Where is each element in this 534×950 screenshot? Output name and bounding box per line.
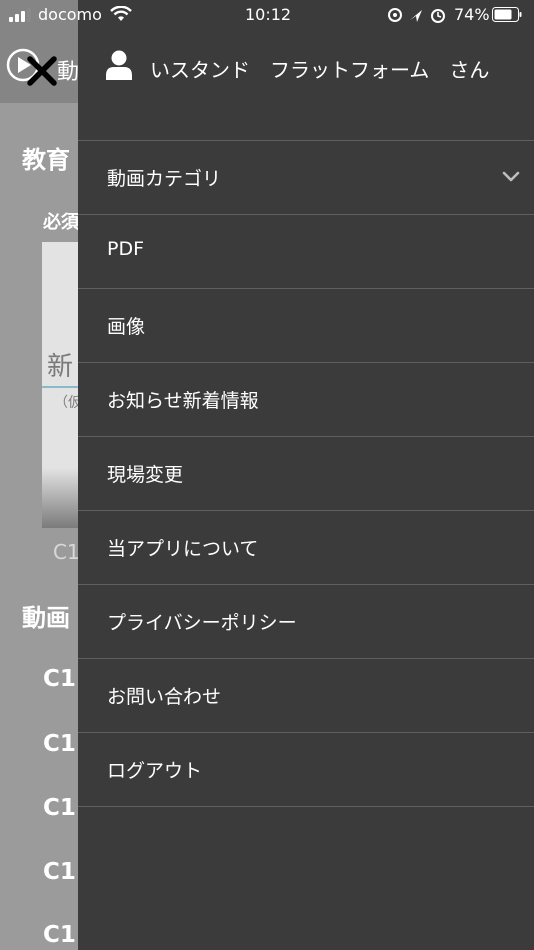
thumbnail-title: 新 [47,352,74,382]
background-list-item: C1 [43,859,76,885]
menu-item-label: 現場変更 [107,464,184,486]
menu-item-label: ログアウト [107,760,203,782]
battery-percent: 74% [454,5,490,24]
close-icon[interactable] [26,55,58,87]
user-icon [106,50,132,80]
menu-item-label: お問い合わせ [107,686,222,708]
background-list-item: C1 [43,795,76,821]
menu-item-contact[interactable]: お問い合わせ [78,659,534,733]
background-section-title: 教育 [22,146,70,174]
side-drawer: いスタンド フラットフォーム さん 動画カテゴリ PDF 画像 お知らせ新着情報… [78,0,534,950]
background-list-item: C1 [43,666,76,692]
drawer-menu: 動画カテゴリ PDF 画像 お知らせ新着情報 現場変更 当アプリについて プライ… [78,141,534,807]
status-time: 10:12 [245,5,292,24]
wifi-icon [110,6,132,21]
status-bar: docomo 10:12 74% [0,0,534,30]
menu-item-logout[interactable]: ログアウト [78,733,534,807]
background-section-title-2: 動画 [22,604,70,632]
menu-item-privacy-policy[interactable]: プライバシーポリシー [78,585,534,659]
menu-item-change-site[interactable]: 現場変更 [78,437,534,511]
battery-icon [492,7,522,22]
background-caption: C1 [53,540,80,564]
menu-item-label: 画像 [107,316,146,338]
app-screen: docomo 10:12 74% 動 教育 必須 新 （仮 C1 動画 C1 C… [0,0,534,950]
menu-item-label: プライバシーポリシー [107,612,297,634]
menu-item-label: 当アプリについて [107,538,259,560]
background-header-title: 動 [57,60,80,85]
menu-item-video-category[interactable]: 動画カテゴリ [78,141,534,215]
menu-item-label: PDF [107,238,145,260]
menu-item-label: 動画カテゴリ [107,168,222,190]
signal-icon [9,8,33,22]
carrier-name: docomo [38,5,102,24]
background-label: 必須 [43,212,79,233]
menu-item-images[interactable]: 画像 [78,289,534,363]
user-name: いスタンド フラットフォーム さん [150,58,490,82]
menu-item-about-app[interactable]: 当アプリについて [78,511,534,585]
status-icons [388,8,445,23]
chevron-down-icon[interactable] [502,171,520,183]
background-list-item: C1 [43,731,76,757]
menu-item-pdf[interactable]: PDF [78,215,534,289]
menu-item-label: お知らせ新着情報 [107,390,259,412]
menu-item-news[interactable]: お知らせ新着情報 [78,363,534,437]
background-list-item: C1 [43,922,76,948]
